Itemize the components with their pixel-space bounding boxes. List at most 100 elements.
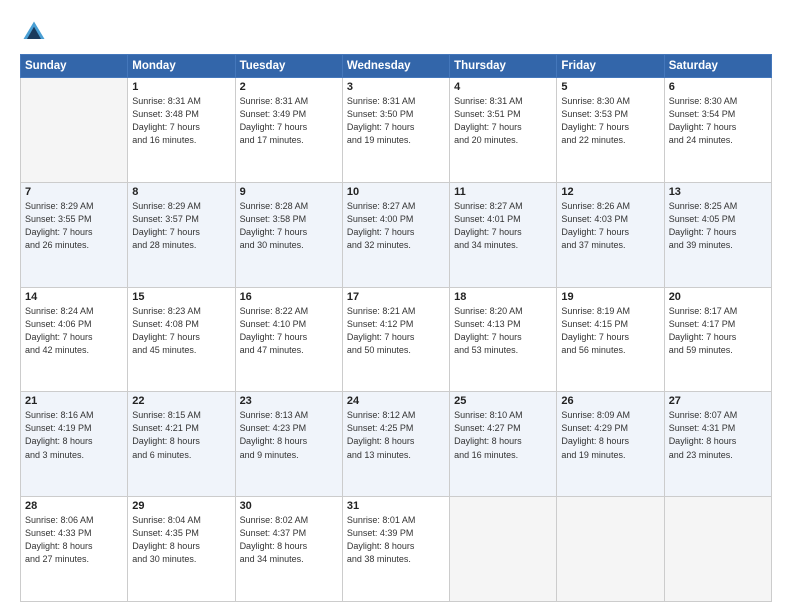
col-header-saturday: Saturday [664, 55, 771, 78]
logo-icon [20, 18, 48, 46]
day-number: 29 [132, 500, 230, 512]
day-cell: 29 Sunrise: 8:04 AM Sunset: 4:35 PM Dayli… [128, 497, 235, 602]
day-cell: 7 Sunrise: 8:29 AM Sunset: 3:55 PM Daylig… [21, 182, 128, 287]
day-number: 5 [561, 81, 659, 93]
day-cell: 5 Sunrise: 8:30 AM Sunset: 3:53 PM Daylig… [557, 78, 664, 183]
day-number: 28 [25, 500, 123, 512]
day-cell: 18 Sunrise: 8:20 AM Sunset: 4:13 PM Dayli… [450, 287, 557, 392]
day-info: Sunrise: 8:26 AM Sunset: 4:03 PM Dayligh… [561, 200, 659, 252]
calendar-table: SundayMondayTuesdayWednesdayThursdayFrid… [20, 54, 772, 602]
logo [20, 18, 52, 46]
day-info: Sunrise: 8:25 AM Sunset: 4:05 PM Dayligh… [669, 200, 767, 252]
day-info: Sunrise: 8:13 AM Sunset: 4:23 PM Dayligh… [240, 409, 338, 461]
day-info: Sunrise: 8:20 AM Sunset: 4:13 PM Dayligh… [454, 305, 552, 357]
day-number: 14 [25, 291, 123, 303]
col-header-thursday: Thursday [450, 55, 557, 78]
day-cell: 31 Sunrise: 8:01 AM Sunset: 4:39 PM Dayli… [342, 497, 449, 602]
day-number: 21 [25, 395, 123, 407]
day-number: 26 [561, 395, 659, 407]
page: SundayMondayTuesdayWednesdayThursdayFrid… [0, 0, 792, 612]
day-cell: 11 Sunrise: 8:27 AM Sunset: 4:01 PM Dayli… [450, 182, 557, 287]
day-info: Sunrise: 8:30 AM Sunset: 3:54 PM Dayligh… [669, 95, 767, 147]
day-number: 6 [669, 81, 767, 93]
day-info: Sunrise: 8:21 AM Sunset: 4:12 PM Dayligh… [347, 305, 445, 357]
day-cell: 20 Sunrise: 8:17 AM Sunset: 4:17 PM Dayli… [664, 287, 771, 392]
day-info: Sunrise: 8:28 AM Sunset: 3:58 PM Dayligh… [240, 200, 338, 252]
day-number: 8 [132, 186, 230, 198]
col-header-monday: Monday [128, 55, 235, 78]
header [20, 18, 772, 46]
day-info: Sunrise: 8:09 AM Sunset: 4:29 PM Dayligh… [561, 409, 659, 461]
day-number: 30 [240, 500, 338, 512]
day-cell: 2 Sunrise: 8:31 AM Sunset: 3:49 PM Daylig… [235, 78, 342, 183]
day-info: Sunrise: 8:22 AM Sunset: 4:10 PM Dayligh… [240, 305, 338, 357]
day-cell: 21Sunrise: 8:16 AM Sunset: 4:19 PM Dayli… [21, 392, 128, 497]
day-number: 19 [561, 291, 659, 303]
day-info: Sunrise: 8:06 AM Sunset: 4:33 PM Dayligh… [25, 514, 123, 566]
day-info: Sunrise: 8:29 AM Sunset: 3:57 PM Dayligh… [132, 200, 230, 252]
day-info: Sunrise: 8:15 AM Sunset: 4:21 PM Dayligh… [132, 409, 230, 461]
day-cell: 30 Sunrise: 8:02 AM Sunset: 4:37 PM Dayli… [235, 497, 342, 602]
day-cell: 14 Sunrise: 8:24 AM Sunset: 4:06 PM Dayli… [21, 287, 128, 392]
day-info: Sunrise: 8:27 AM Sunset: 4:00 PM Dayligh… [347, 200, 445, 252]
day-number: 23 [240, 395, 338, 407]
day-number: 2 [240, 81, 338, 93]
day-info: Sunrise: 8:17 AM Sunset: 4:17 PM Dayligh… [669, 305, 767, 357]
day-cell: 25Sunrise: 8:10 AM Sunset: 4:27 PM Dayli… [450, 392, 557, 497]
day-number: 1 [132, 81, 230, 93]
day-cell: 27 Sunrise: 8:07 AM Sunset: 4:31 PM Dayli… [664, 392, 771, 497]
day-info: Sunrise: 8:27 AM Sunset: 4:01 PM Dayligh… [454, 200, 552, 252]
day-info: Sunrise: 8:31 AM Sunset: 3:48 PM Dayligh… [132, 95, 230, 147]
day-cell: 16Sunrise: 8:22 AM Sunset: 4:10 PM Dayli… [235, 287, 342, 392]
week-row-2: 7 Sunrise: 8:29 AM Sunset: 3:55 PM Daylig… [21, 182, 772, 287]
col-header-friday: Friday [557, 55, 664, 78]
day-cell: 22 Sunrise: 8:15 AM Sunset: 4:21 PM Dayli… [128, 392, 235, 497]
day-info: Sunrise: 8:31 AM Sunset: 3:49 PM Dayligh… [240, 95, 338, 147]
day-info: Sunrise: 8:19 AM Sunset: 4:15 PM Dayligh… [561, 305, 659, 357]
day-cell: 13 Sunrise: 8:25 AM Sunset: 4:05 PM Dayli… [664, 182, 771, 287]
day-info: Sunrise: 8:12 AM Sunset: 4:25 PM Dayligh… [347, 409, 445, 461]
day-number: 24 [347, 395, 445, 407]
day-info: Sunrise: 8:02 AM Sunset: 4:37 PM Dayligh… [240, 514, 338, 566]
day-cell: 9Sunrise: 8:28 AM Sunset: 3:58 PM Daylig… [235, 182, 342, 287]
week-row-1: 1 Sunrise: 8:31 AM Sunset: 3:48 PM Daylig… [21, 78, 772, 183]
day-info: Sunrise: 8:31 AM Sunset: 3:51 PM Dayligh… [454, 95, 552, 147]
day-number: 7 [25, 186, 123, 198]
day-info: Sunrise: 8:24 AM Sunset: 4:06 PM Dayligh… [25, 305, 123, 357]
day-number: 18 [454, 291, 552, 303]
day-number: 31 [347, 500, 445, 512]
col-header-wednesday: Wednesday [342, 55, 449, 78]
day-cell: 12 Sunrise: 8:26 AM Sunset: 4:03 PM Dayli… [557, 182, 664, 287]
week-row-3: 14 Sunrise: 8:24 AM Sunset: 4:06 PM Dayli… [21, 287, 772, 392]
day-cell [664, 497, 771, 602]
day-number: 4 [454, 81, 552, 93]
day-number: 25 [454, 395, 552, 407]
day-cell: 6 Sunrise: 8:30 AM Sunset: 3:54 PM Daylig… [664, 78, 771, 183]
day-cell: 24 Sunrise: 8:12 AM Sunset: 4:25 PM Dayli… [342, 392, 449, 497]
day-info: Sunrise: 8:29 AM Sunset: 3:55 PM Dayligh… [25, 200, 123, 252]
day-cell: 15Sunrise: 8:23 AM Sunset: 4:08 PM Dayli… [128, 287, 235, 392]
week-row-5: 28 Sunrise: 8:06 AM Sunset: 4:33 PM Dayli… [21, 497, 772, 602]
day-info: Sunrise: 8:01 AM Sunset: 4:39 PM Dayligh… [347, 514, 445, 566]
day-cell: 8 Sunrise: 8:29 AM Sunset: 3:57 PM Daylig… [128, 182, 235, 287]
day-cell: 3Sunrise: 8:31 AM Sunset: 3:50 PM Daylig… [342, 78, 449, 183]
day-number: 20 [669, 291, 767, 303]
day-cell [450, 497, 557, 602]
day-cell: 28 Sunrise: 8:06 AM Sunset: 4:33 PM Dayli… [21, 497, 128, 602]
day-number: 11 [454, 186, 552, 198]
day-info: Sunrise: 8:30 AM Sunset: 3:53 PM Dayligh… [561, 95, 659, 147]
day-number: 17 [347, 291, 445, 303]
day-number: 22 [132, 395, 230, 407]
day-number: 27 [669, 395, 767, 407]
col-header-sunday: Sunday [21, 55, 128, 78]
day-number: 12 [561, 186, 659, 198]
day-number: 13 [669, 186, 767, 198]
day-cell [557, 497, 664, 602]
day-cell: 1 Sunrise: 8:31 AM Sunset: 3:48 PM Daylig… [128, 78, 235, 183]
day-info: Sunrise: 8:07 AM Sunset: 4:31 PM Dayligh… [669, 409, 767, 461]
day-cell: 26 Sunrise: 8:09 AM Sunset: 4:29 PM Dayli… [557, 392, 664, 497]
day-cell: 19 Sunrise: 8:19 AM Sunset: 4:15 PM Dayli… [557, 287, 664, 392]
week-row-4: 21Sunrise: 8:16 AM Sunset: 4:19 PM Dayli… [21, 392, 772, 497]
col-header-tuesday: Tuesday [235, 55, 342, 78]
day-info: Sunrise: 8:04 AM Sunset: 4:35 PM Dayligh… [132, 514, 230, 566]
